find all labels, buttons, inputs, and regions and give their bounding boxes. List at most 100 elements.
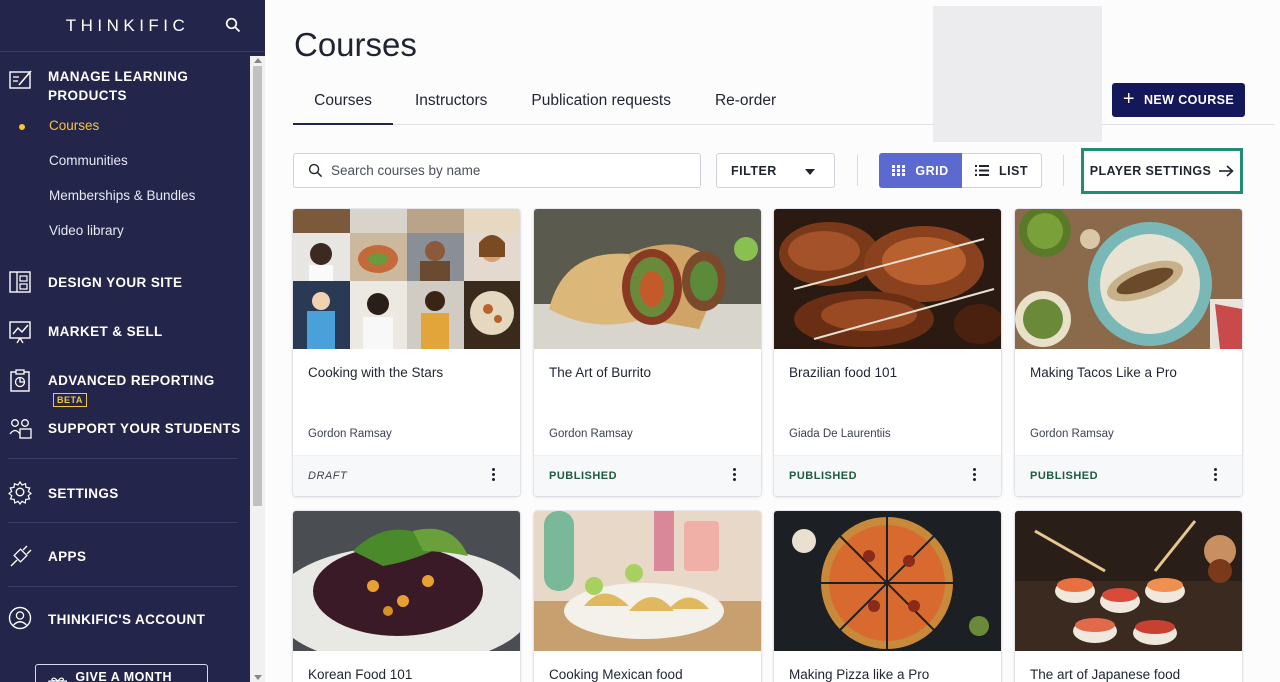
course-title[interactable]: Cooking Mexican food [549, 667, 683, 682]
course-thumbnail[interactable] [534, 209, 761, 349]
sidebar-label-advanced-reporting: ADVANCED REPORTING [48, 373, 215, 388]
sidebar-divider [8, 458, 237, 459]
status-badge: PUBLISHED [1030, 470, 1099, 482]
sidebar-item-account[interactable]: THINKIFIC'S ACCOUNT [0, 606, 250, 632]
tab-courses[interactable]: Courses [293, 78, 393, 125]
plus-icon: + [1122, 87, 1135, 110]
course-title[interactable]: Making Pizza like a Pro [789, 667, 929, 682]
player-settings-label: PLAYER SETTINGS [1089, 164, 1212, 178]
course-author: Gordon Ramsay [308, 428, 392, 440]
card-footer: PUBLISHED [534, 455, 761, 496]
give-month-free-label: GIVE A MONTH FREE [75, 670, 173, 682]
new-course-button[interactable]: + NEW COURSE [1112, 83, 1245, 117]
active-dot [19, 124, 25, 130]
grid-label: GRID [915, 163, 949, 178]
sidebar-label-settings: SETTINGS [48, 486, 119, 501]
page-title: Courses [294, 26, 417, 63]
course-thumbnail[interactable] [534, 511, 761, 651]
settings-icon [8, 480, 32, 506]
card-footer: PUBLISHED [774, 455, 1001, 496]
brazilian-bbq-image [774, 209, 1001, 349]
course-title[interactable]: The art of Japanese food [1030, 667, 1180, 682]
scroll-up-arrow-icon[interactable] [254, 58, 262, 63]
course-card[interactable]: Korean Food 101 [293, 511, 520, 682]
course-card[interactable]: The art of Japanese food [1015, 511, 1242, 682]
course-card[interactable]: Cooking Mexican food [534, 511, 761, 682]
main-content: Courses Courses Instructors Publication … [265, 0, 1280, 682]
design-site-icon [9, 271, 31, 293]
scrollbar-thumb[interactable] [253, 66, 262, 506]
course-card[interactable]: The Art of Burrito Gordon Ramsay PUBLISH… [534, 209, 761, 496]
tab-publication-requests[interactable]: Publication requests [509, 78, 693, 124]
course-card[interactable]: Cooking with the Stars Gordon Ramsay DRA… [293, 209, 520, 496]
course-thumbnail[interactable] [293, 209, 520, 349]
sidebar-item-design-site[interactable]: DESIGN YOUR SITE [0, 270, 250, 296]
course-author: Giada De Laurentiis [789, 428, 891, 440]
sidebar-item-market-sell[interactable]: MARKET & SELL [0, 319, 250, 345]
search-input[interactable]: Search courses by name [293, 153, 701, 188]
chefs-collage-image [293, 209, 520, 349]
support-students-icon [9, 419, 32, 439]
arrow-right-icon [1219, 165, 1234, 177]
pizza-image [774, 511, 1001, 651]
course-title[interactable]: Cooking with the Stars [308, 365, 443, 380]
list-icon [974, 165, 989, 176]
more-options-icon[interactable] [733, 468, 737, 484]
course-card[interactable]: Brazilian food 101 Giada De Laurentiis P… [774, 209, 1001, 496]
more-options-icon[interactable] [973, 468, 977, 484]
sidebar-item-support-students[interactable]: SUPPORT YOUR STUDENTS [0, 416, 250, 442]
card-footer: PUBLISHED [1015, 455, 1242, 496]
status-badge: PUBLISHED [549, 470, 618, 482]
sidebar-divider [8, 586, 237, 587]
player-settings-button[interactable]: PLAYER SETTINGS [1081, 148, 1243, 194]
give-month-free-button[interactable]: GIVE A MONTH FREE [35, 664, 208, 682]
sidebar-label-market-sell: MARKET & SELL [48, 324, 163, 339]
grid-icon [892, 165, 906, 176]
sidebar-label-support-students: SUPPORT YOUR STUDENTS [48, 421, 241, 436]
course-thumbnail[interactable] [774, 511, 1001, 651]
filter-dropdown[interactable]: FILTER [716, 153, 835, 188]
placeholder-panel [933, 6, 1102, 142]
more-options-icon[interactable] [1214, 468, 1218, 484]
more-options-icon[interactable] [492, 468, 496, 484]
course-card[interactable]: Making Tacos Like a Pro Gordon Ramsay PU… [1015, 209, 1242, 496]
course-thumbnail[interactable] [1015, 511, 1242, 651]
sidebar-item-settings[interactable]: SETTINGS [0, 480, 250, 506]
course-thumbnail[interactable] [293, 511, 520, 651]
course-card[interactable]: Making Pizza like a Pro [774, 511, 1001, 682]
apps-icon [10, 545, 32, 567]
tacos-image [1015, 209, 1242, 349]
sidebar-label-design-site: DESIGN YOUR SITE [48, 275, 183, 290]
course-title[interactable]: The Art of Burrito [549, 365, 651, 380]
course-thumbnail[interactable] [1015, 209, 1242, 349]
toolbar-divider [857, 155, 858, 186]
scroll-down-arrow-icon[interactable] [254, 675, 262, 680]
thinkific-logo[interactable]: THINKIFIC [66, 16, 190, 36]
course-title[interactable]: Korean Food 101 [308, 667, 412, 682]
sidebar-item-manage-learning[interactable]: MANAGE LEARNING PRODUCTS [0, 67, 250, 105]
sidebar-subitem-communities[interactable]: Communities [49, 153, 128, 168]
toolbar-divider [1063, 155, 1064, 186]
course-title[interactable]: Making Tacos Like a Pro [1030, 365, 1177, 380]
mexican-food-image [534, 511, 761, 651]
sidebar-item-apps[interactable]: APPS [0, 543, 250, 569]
reporting-icon [10, 369, 30, 392]
sidebar-subitem-memberships[interactable]: Memberships & Bundles [49, 188, 195, 203]
sidebar-item-advanced-reporting[interactable]: ADVANCED REPORTING BETA [0, 368, 250, 409]
course-title[interactable]: Brazilian food 101 [789, 365, 897, 380]
sidebar: THINKIFIC MANAGE LEARNING PRODUCTS Cours… [0, 0, 265, 682]
sidebar-subitem-courses[interactable]: Courses [49, 118, 99, 133]
list-label: LIST [998, 163, 1029, 178]
tab-instructors[interactable]: Instructors [393, 78, 509, 124]
market-sell-icon [9, 321, 31, 344]
sidebar-label-apps: APPS [48, 549, 87, 564]
sidebar-subitem-video-library[interactable]: Video library [49, 223, 124, 238]
grid-view-button[interactable]: GRID [879, 153, 962, 188]
course-author: Gordon Ramsay [549, 428, 633, 440]
list-view-button[interactable]: LIST [962, 153, 1042, 188]
tab-reorder[interactable]: Re-order [693, 78, 798, 124]
course-thumbnail[interactable] [774, 209, 1001, 349]
sidebar-scrollbar[interactable] [250, 56, 265, 682]
search-icon[interactable] [225, 17, 241, 33]
sidebar-label-account: THINKIFIC'S ACCOUNT [48, 612, 206, 627]
